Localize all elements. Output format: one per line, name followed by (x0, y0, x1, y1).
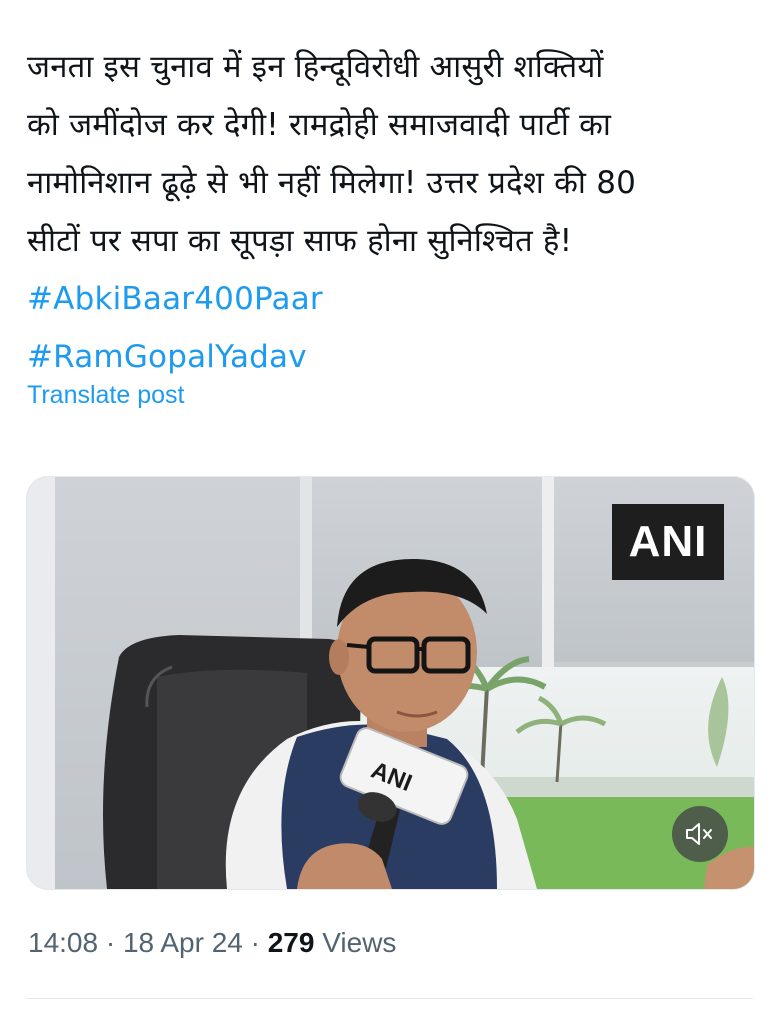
post-meta: 14:08 · 18 Apr 24 · 279 Views (28, 927, 396, 959)
views-label[interactable]: Views (322, 927, 396, 958)
hashtag-abkibaar400paar[interactable]: #AbkiBaar400Paar (27, 270, 762, 328)
post-time[interactable]: 14:08 (28, 927, 98, 958)
translate-post-link[interactable]: Translate post (27, 381, 184, 410)
meta-separator: · (250, 927, 260, 958)
post-text-line-2: को जमींदोज कर देगी! रामद्रोही समाजवादी प… (27, 107, 612, 143)
post-body: जनता इस चुनाव में इन हिन्दूविरोधी आसुरी … (27, 38, 762, 386)
meta-separator: · (105, 927, 116, 958)
views-count: 279 (267, 927, 315, 958)
speaker-muted-icon (686, 823, 712, 845)
mute-toggle-button[interactable] (672, 806, 728, 862)
hashtag-ramgopalyadav[interactable]: #RamGopalYadav (27, 328, 762, 386)
post-text-line-3: नामोनिशान ढूढ़े से भी नहीं मिलेगा! उत्तर… (27, 165, 637, 201)
divider (26, 998, 753, 999)
post-date[interactable]: 18 Apr 24 (123, 927, 243, 958)
post-text-line-1: जनता इस चुनाव में इन हिन्दूविरोधी आसुरी … (27, 49, 604, 85)
ani-watermark: ANI (612, 504, 724, 580)
video-player[interactable]: ANI ANI (26, 476, 755, 890)
post-text-line-4: सीटों पर सपा का सूपड़ा साफ होना सुनिश्चि… (27, 223, 573, 259)
